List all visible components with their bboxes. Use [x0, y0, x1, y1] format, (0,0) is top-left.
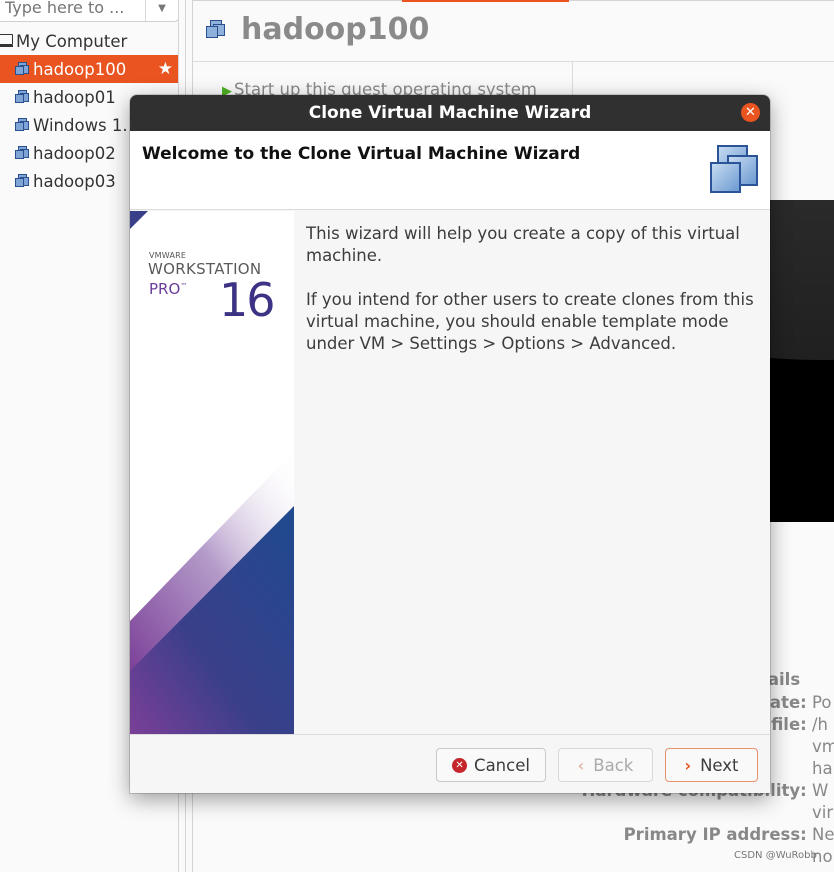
- vm-icon: [15, 174, 30, 188]
- details-value: vm: [812, 737, 834, 756]
- next-button[interactable]: › Next: [665, 748, 758, 782]
- chevron-left-icon: ‹: [577, 755, 585, 775]
- wizard-heading: Welcome to the Clone Virtual Machine Wiz…: [142, 144, 581, 164]
- banner-corner-mark: [130, 211, 148, 229]
- details-key: Primary IP address:: [623, 825, 807, 844]
- tree-item-label: hadoop02: [33, 143, 116, 163]
- dialog-header: Welcome to the Clone Virtual Machine Wiz…: [130, 131, 770, 210]
- dialog-title: Clone Virtual Machine Wizard: [308, 103, 592, 123]
- brand-edition: PRO™: [149, 280, 187, 298]
- cancel-icon: ✕: [452, 757, 468, 773]
- vm-icon: [15, 146, 30, 160]
- details-row-cont: vir: [812, 803, 834, 822]
- wizard-template-hint: If you intend for other users to create …: [306, 290, 754, 353]
- vm-icon: [206, 20, 226, 40]
- cancel-button[interactable]: ✕ Cancel: [436, 748, 546, 782]
- tree-item-label: Windows 1.: [33, 115, 128, 135]
- title-divider: [193, 61, 834, 62]
- computer-icon: [0, 34, 13, 48]
- clone-vm-icon: [710, 145, 760, 195]
- library-search: ▼: [0, 0, 179, 22]
- search-dropdown-button[interactable]: ▼: [145, 0, 178, 21]
- vm-icon: [15, 62, 30, 76]
- vm-title: hadoop100: [241, 12, 430, 47]
- active-tab-indicator: [402, 0, 569, 2]
- details-value: Ne: [812, 825, 834, 844]
- details-value: vir: [812, 803, 834, 822]
- cancel-label: Cancel: [474, 755, 530, 775]
- details-row-cont: vm: [812, 737, 834, 756]
- chevron-right-icon: ›: [684, 755, 692, 775]
- vm-icon: [15, 118, 30, 132]
- brand-vendor: VMWARE: [149, 251, 187, 260]
- back-label: Back: [593, 755, 634, 775]
- tree-item-my-computer[interactable]: My Computer: [0, 27, 178, 55]
- details-value: ha: [812, 759, 833, 778]
- close-button[interactable]: ✕: [741, 103, 760, 122]
- library-search-input[interactable]: [5, 0, 145, 18]
- vm-screen-preview[interactable]: [770, 200, 834, 522]
- back-button[interactable]: ‹ Back: [558, 748, 653, 782]
- details-value: W: [812, 781, 829, 800]
- tree-item-label: hadoop01: [33, 87, 116, 107]
- tree-item-hadoop100[interactable]: hadoop100 ★: [0, 55, 178, 83]
- next-label: Next: [700, 755, 739, 775]
- dialog-titlebar[interactable]: Clone Virtual Machine Wizard ✕: [130, 95, 770, 131]
- watermark: CSDN @WuRobb: [734, 850, 817, 861]
- wizard-body: This wizard will help you create a copy …: [294, 211, 770, 734]
- brand-version: 16: [219, 273, 276, 327]
- trademark: ™: [180, 282, 188, 290]
- vm-icon: [15, 90, 30, 104]
- clone-vm-wizard-dialog: Clone Virtual Machine Wizard ✕ Welcome t…: [130, 95, 770, 793]
- favorite-star-icon[interactable]: ★: [158, 59, 173, 79]
- brand-edition-label: PRO: [149, 280, 181, 298]
- wizard-intro-text: This wizard will help you create a copy …: [306, 224, 740, 265]
- details-value: Po: [812, 693, 832, 712]
- details-row-state: tate: Po: [762, 693, 834, 712]
- tree-item-label: hadoop100: [33, 59, 127, 79]
- chevron-down-icon: ▼: [158, 2, 166, 14]
- tree-item-label: My Computer: [16, 31, 128, 51]
- details-row-cont: ha: [812, 759, 834, 778]
- tree-item-label: hadoop03: [33, 171, 116, 191]
- details-value: /h: [812, 715, 829, 734]
- details-row-ip: Primary IP address: Ne: [624, 825, 834, 844]
- close-icon: ✕: [745, 105, 756, 120]
- dialog-footer: ✕ Cancel ‹ Back › Next: [130, 734, 770, 793]
- vmware-banner: VMWARE WORKSTATION PRO™ 16: [130, 211, 294, 734]
- vmware-workstation-window: ▼ My Computer hadoop100 ★ hadoop01 Windo…: [0, 0, 834, 872]
